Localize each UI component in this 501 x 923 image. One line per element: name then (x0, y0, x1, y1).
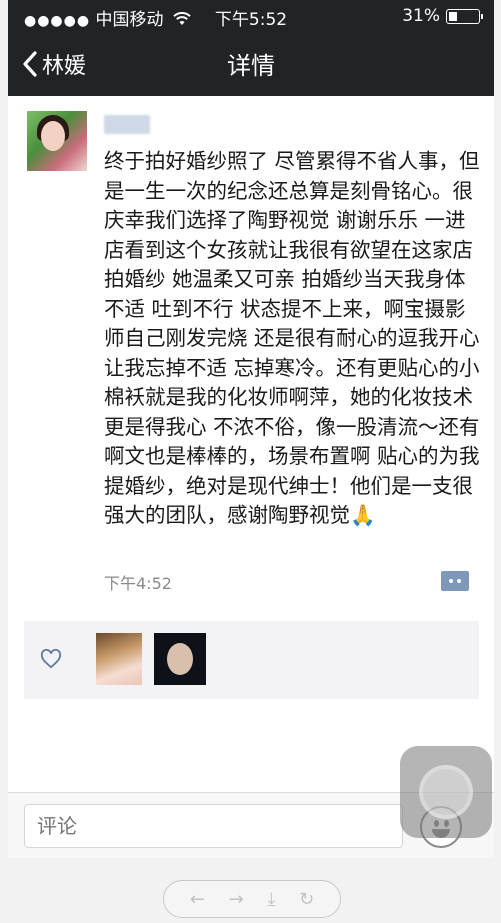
status-bar: ●●●●● 中国移动 下午5:52 31% (8, 0, 494, 30)
post-time: 下午4:52 (104, 574, 172, 593)
username-blurred[interactable] (104, 115, 150, 134)
heart-icon (40, 649, 62, 669)
avatar[interactable] (27, 111, 87, 171)
back-arrow-icon[interactable]: ← (190, 889, 205, 910)
forward-arrow-icon[interactable]: → (229, 889, 244, 910)
battery-indicator: 31% (402, 6, 483, 26)
comment-action-button[interactable] (441, 571, 469, 591)
comment-dot-icon (449, 579, 453, 583)
nav-bar: 林媛 详情 (8, 30, 494, 96)
battery-icon (446, 8, 483, 24)
battery-fill (449, 11, 457, 21)
liker-avatar[interactable] (154, 633, 206, 685)
comment-input[interactable] (24, 804, 403, 848)
browser-toolbar: ← → ⤓ ↻ (163, 880, 341, 918)
assistive-touch-button[interactable] (400, 746, 492, 838)
download-icon[interactable]: ⤓ (267, 889, 275, 910)
comment-dot-icon (457, 579, 461, 583)
likes-section (24, 621, 479, 699)
liker-face (167, 643, 193, 675)
avatar-face (41, 121, 65, 151)
post-detail: 终于拍好婚纱照了 尽管累得不省人事，但是一生一次的纪念还总算是刻骨铭心。很庆幸我… (8, 96, 494, 858)
refresh-icon[interactable]: ↻ (299, 889, 314, 910)
liker-avatar[interactable] (96, 633, 142, 685)
battery-percent: 31% (402, 6, 440, 26)
post-text: 终于拍好婚纱照了 尽管累得不省人事，但是一生一次的纪念还总算是刻骨铭心。很庆幸我… (104, 149, 480, 527)
page-title: 详情 (227, 52, 275, 80)
assistive-ring-icon (419, 765, 473, 819)
